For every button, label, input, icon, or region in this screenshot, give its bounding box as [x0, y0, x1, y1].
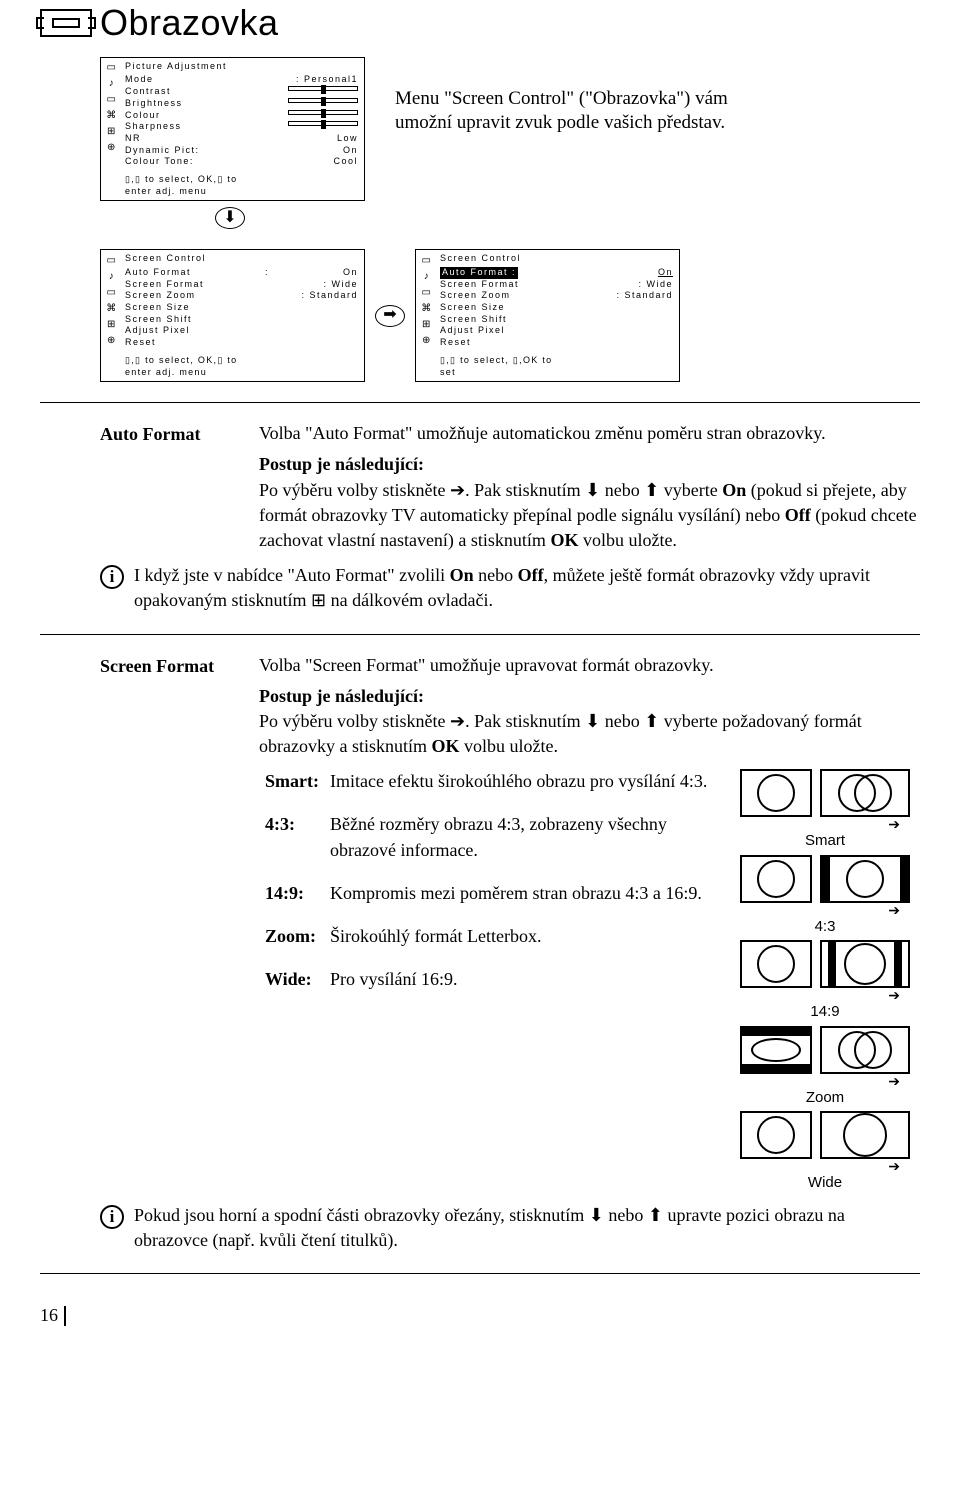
osd-side-icons: ▭ ♪ ▭ ⌘ ⊞ ⊕: [103, 60, 123, 199]
down-cursor-icon: ⬇: [585, 709, 600, 734]
osd-screen-control-1: ▭ ♪ ▭ ⌘ ⊞ ⊕ Screen Control Auto Format:O…: [100, 249, 365, 382]
slider: [288, 110, 358, 115]
note-crop: i Pokud jsou horní a spodní části obrazo…: [40, 1203, 920, 1253]
slider: [288, 86, 358, 91]
fmt-smart-icon: ➔ Smart: [730, 769, 920, 851]
setup-icon: ⊞: [420, 318, 434, 330]
format-illustrations: ➔ Smart ➔ 4:3 ➔ 14:9: [730, 769, 920, 1197]
right-arrow-icon: ➡: [375, 305, 405, 327]
picture-icon: ▭: [105, 62, 119, 74]
procedure-heading: Postup je následující:: [259, 452, 920, 477]
screen-format-desc: Volba "Screen Format" umožňuje upravovat…: [259, 653, 920, 678]
entry-auto-format: Auto Format Volba "Auto Format" umožňuje…: [40, 421, 920, 553]
setup-icon: ⊞: [105, 318, 119, 330]
separator: [40, 634, 920, 635]
info-icon: i: [100, 565, 124, 589]
fmt-zoom-icon: ➔ Zoom: [730, 1026, 920, 1108]
slider: [288, 98, 358, 103]
separator: [40, 1273, 920, 1274]
osd-picture-adjustment: ▭ ♪ ▭ ⌘ ⊞ ⊕ Picture Adjustment Mode: Per…: [100, 57, 365, 202]
note-auto-format: i I když jste v nabídce "Auto Format" zv…: [40, 563, 920, 613]
screen-icon: ▭: [105, 94, 119, 106]
features-icon: ⌘: [105, 110, 119, 122]
screen-format-procedure: Po výběru volby stiskněte ➔. Pak stisknu…: [259, 709, 920, 759]
timer-icon: ⊕: [105, 142, 119, 154]
sound-icon: ♪: [105, 78, 119, 90]
up-cursor-icon: ⬆: [644, 478, 659, 503]
down-cursor-icon: ⬇: [585, 478, 600, 503]
info-icon: i: [100, 1205, 124, 1229]
up-cursor-icon: ⬆: [644, 709, 659, 734]
picture-icon: ▭: [105, 254, 119, 266]
screen-icon: [40, 9, 92, 37]
auto-format-label: Auto Format: [100, 421, 245, 553]
fmt-43-icon: ➔ 4:3: [730, 855, 920, 937]
auto-format-desc: Volba "Auto Format" umožňuje automaticko…: [259, 421, 920, 446]
osd1-hint: ▯,▯ to select, OK,▯ to enter adj. menu: [125, 174, 358, 197]
format-options: Smart:Imitace efektu širokoúhlého obrazu…: [265, 769, 710, 1197]
slider: [288, 121, 358, 126]
separator: [40, 402, 920, 403]
auto-format-procedure: Po výběru volby stiskněte ➔. Pak stisknu…: [259, 478, 920, 554]
picture-icon: ▭: [420, 254, 434, 266]
features-icon: ⌘: [105, 302, 119, 314]
screen-icon: ▭: [105, 286, 119, 298]
osd1-title: Picture Adjustment: [125, 61, 358, 73]
down-arrow-icon: ⬇: [215, 207, 245, 229]
fmt-149-icon: ➔ 14:9: [730, 940, 920, 1022]
fmt-wide-icon: ➔ Wide: [730, 1111, 920, 1193]
intro-text: Menu "Screen Control" ("Obrazovka") vám …: [395, 57, 775, 136]
right-cursor-icon: ➔: [450, 478, 465, 503]
screen-format-label: Screen Format: [100, 653, 245, 760]
entry-screen-format: Screen Format Volba "Screen Format" umož…: [40, 653, 920, 760]
down-cursor-icon: ⬇: [589, 1203, 604, 1228]
up-cursor-icon: ⬆: [648, 1203, 663, 1228]
page-number: 16: [40, 1304, 920, 1327]
page-title-row: Obrazovka: [40, 0, 920, 47]
sound-icon: ♪: [420, 270, 434, 282]
page-title: Obrazovka: [100, 0, 279, 47]
procedure-heading: Postup je následující:: [259, 684, 920, 709]
timer-icon: ⊕: [105, 334, 119, 346]
setup-icon: ⊞: [105, 126, 119, 138]
sound-icon: ♪: [105, 270, 119, 282]
format-button-icon: ⊞: [311, 588, 326, 613]
right-cursor-icon: ➔: [450, 709, 465, 734]
features-icon: ⌘: [420, 302, 434, 314]
osd-screen-control-2: ▭ ♪ ▭ ⌘ ⊞ ⊕ Screen Control Auto Format :…: [415, 249, 680, 382]
screen-icon: ▭: [420, 286, 434, 298]
timer-icon: ⊕: [420, 334, 434, 346]
